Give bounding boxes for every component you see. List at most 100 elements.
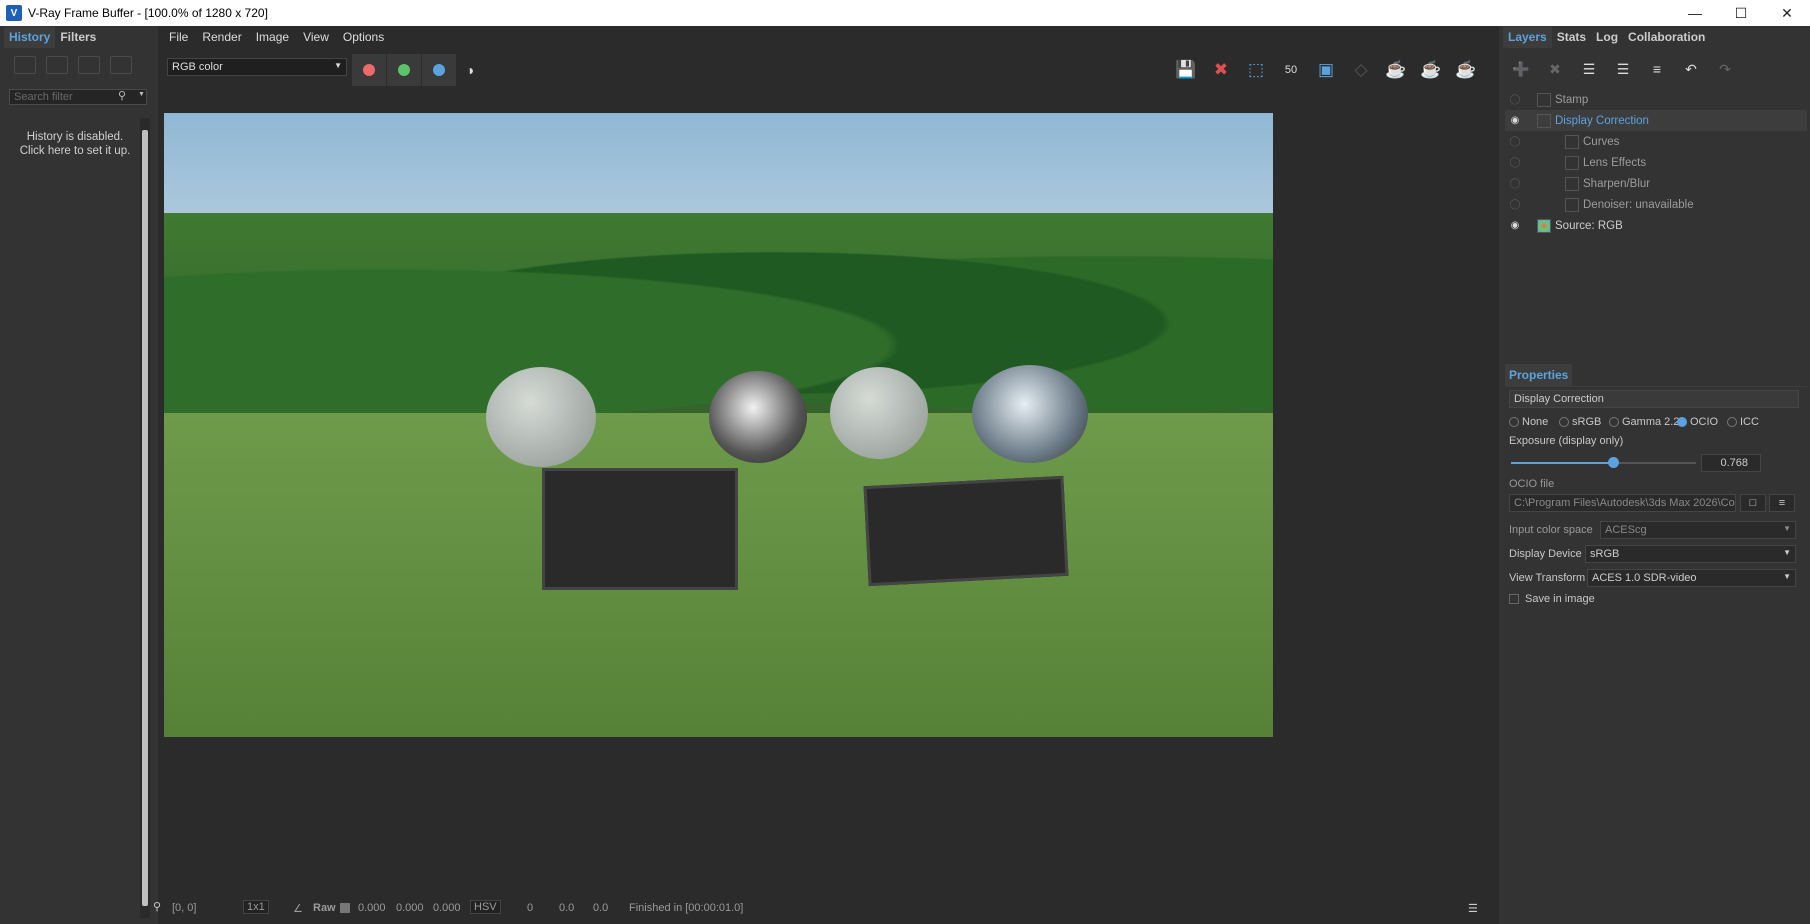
history-save-icon[interactable] (14, 56, 36, 74)
history-compare-icon[interactable] (46, 56, 68, 74)
chevron-down-icon: ▼ (1783, 548, 1791, 557)
radio-icon (1609, 417, 1619, 428)
tab-history[interactable]: History (4, 27, 56, 48)
load-layers-icon[interactable]: ☰ (1611, 58, 1635, 80)
render-icon[interactable]: ☕ (1453, 58, 1479, 82)
minimize-button[interactable]: — (1672, 0, 1718, 26)
layer-denoiser[interactable]: ◯ Denoiser: unavailable (1505, 194, 1807, 215)
save-layers-icon[interactable]: ☰ (1577, 58, 1601, 80)
history-panel: History Filters ⚲ ▼ History is disabled.… (0, 26, 158, 924)
layer-display-correction[interactable]: ◉ Display Correction (1505, 110, 1807, 131)
menu-file[interactable]: File (169, 30, 188, 48)
layer-stamp[interactable]: ◯ Stamp (1505, 89, 1807, 110)
save-in-image-checkbox[interactable]: Save in image (1509, 593, 1595, 605)
close-button[interactable]: ✕ (1764, 0, 1810, 26)
menu-render[interactable]: Render (202, 30, 241, 48)
undo-icon[interactable]: ↶ (1679, 58, 1703, 80)
channel-select[interactable]: RGB color ▼ (167, 58, 347, 76)
log-icon[interactable]: ☰ (1468, 902, 1478, 915)
layer-name-field[interactable]: Display Correction (1509, 390, 1799, 408)
history-scrollbar[interactable] (140, 118, 150, 918)
stop-render-icon[interactable]: ☕ (1418, 58, 1444, 82)
exposure-label: Exposure (display only) (1509, 435, 1624, 447)
v-value: 0.0 (593, 902, 609, 914)
sampling-select[interactable]: 1x1 (243, 900, 269, 914)
visibility-icon[interactable]: ◉ (1505, 115, 1525, 126)
track-mouse-icon[interactable]: 50 (1278, 58, 1304, 82)
correction-icon (1537, 113, 1551, 128)
layers-panel: Layers Stats Log Collaboration ➕ ✖ ☰ ☰ ≡… (1499, 26, 1810, 924)
color-swatch (340, 903, 350, 913)
layer-curves[interactable]: ◯ Curves (1505, 131, 1807, 152)
add-layer-icon[interactable]: ➕ (1509, 58, 1533, 80)
region-render-icon[interactable]: ⬚ (1243, 58, 1269, 82)
history-remove-icon[interactable] (110, 56, 132, 74)
maximize-button[interactable]: ☐ (1718, 0, 1764, 26)
menu-options[interactable]: Options (343, 30, 384, 48)
layer-source-rgb[interactable]: ◉ Source: RGB (1505, 215, 1807, 236)
list-icon[interactable]: ≡ (1769, 494, 1795, 512)
mono-mode-icon[interactable]: ◑ (457, 58, 483, 82)
checkbox-icon (1509, 594, 1519, 605)
chevron-down-icon: ▼ (1783, 524, 1791, 533)
mode-none[interactable]: None (1509, 416, 1548, 428)
tab-stats[interactable]: Stats (1552, 27, 1591, 48)
tab-log[interactable]: Log (1591, 27, 1623, 48)
display-device-select[interactable]: sRGB ▼ (1585, 545, 1796, 563)
layer-sharpen-blur[interactable]: ◯ Sharpen/Blur (1505, 173, 1807, 194)
mode-srgb[interactable]: sRGB (1559, 416, 1601, 428)
delete-layer-icon[interactable]: ✖ (1543, 58, 1567, 80)
radio-icon (1727, 417, 1737, 428)
search-input[interactable] (9, 89, 147, 105)
tab-properties[interactable]: Properties (1505, 364, 1573, 386)
mode-icc[interactable]: ICC (1727, 416, 1759, 428)
mode-gamma[interactable]: Gamma 2.2 (1609, 416, 1679, 428)
folder-icon[interactable]: □ (1740, 494, 1766, 512)
search-dropdown-icon[interactable]: ▼ (138, 91, 145, 98)
color-mode-select[interactable]: HSV (470, 900, 501, 914)
tab-layers[interactable]: Layers (1503, 27, 1552, 48)
layer-list-icon[interactable]: ≡ (1645, 58, 1669, 80)
visibility-icon[interactable]: ◯ (1505, 136, 1525, 147)
render-status: Finished in [00:00:01.0] (629, 902, 744, 914)
interactive-render-icon[interactable]: ☕ (1383, 58, 1409, 82)
visibility-icon[interactable]: ◯ (1505, 178, 1525, 189)
frame-buffer-area: File Render Image View Options RGB color… (163, 26, 1494, 924)
mode-ocio[interactable]: OCIO (1677, 416, 1718, 428)
blue-dot-icon (433, 64, 445, 76)
color-picker-icon[interactable]: ∠ (293, 902, 303, 915)
tab-collaboration[interactable]: Collaboration (1623, 27, 1710, 48)
green-channel-button[interactable] (387, 54, 421, 86)
save-image-icon[interactable]: 💾 (1173, 58, 1199, 82)
exposure-value-field[interactable]: 0.768 (1701, 454, 1761, 472)
denoiser-icon (1565, 197, 1579, 212)
ocio-file-label: OCIO file (1509, 478, 1555, 490)
visibility-icon[interactable]: ◯ (1505, 94, 1525, 105)
toolbar: RGB color ▼ ◑ 💾 ✖ ⬚ 50 ▣ ◇ ☕ ☕ ☕ (163, 54, 1494, 88)
tab-filters[interactable]: Filters (55, 27, 101, 48)
pin-icon[interactable]: ⚲ (153, 900, 161, 913)
input-color-space-select[interactable]: ACEScg ▼ (1600, 521, 1796, 539)
render-region-icon[interactable]: ▣ (1313, 58, 1339, 82)
blue-channel-button[interactable] (422, 54, 456, 86)
menu-view[interactable]: View (303, 30, 329, 48)
view-transform-select[interactable]: ACES 1.0 SDR-video ▼ (1587, 569, 1796, 587)
redo-icon[interactable]: ↷ (1713, 58, 1737, 80)
history-disabled-message[interactable]: History is disabled. Click here to set i… (8, 130, 142, 158)
exposure-slider-handle[interactable] (1607, 457, 1619, 468)
rgb-source-icon (1537, 218, 1551, 233)
visibility-icon[interactable]: ◯ (1505, 157, 1525, 168)
search-icon[interactable]: ⚲ (118, 89, 126, 102)
raw-b-value: 0.000 (433, 902, 461, 914)
link-icon[interactable]: ◇ (1348, 58, 1374, 82)
visibility-icon[interactable]: ◯ (1505, 199, 1525, 210)
clear-image-icon[interactable]: ✖ (1208, 58, 1234, 82)
menu-image[interactable]: Image (256, 30, 289, 48)
red-channel-button[interactable] (352, 54, 386, 86)
history-load-icon[interactable] (78, 56, 100, 74)
layer-lens-effects[interactable]: ◯ Lens Effects (1505, 152, 1807, 173)
exposure-slider[interactable] (1511, 457, 1696, 468)
visibility-icon[interactable]: ◉ (1505, 220, 1525, 231)
render-viewport[interactable] (164, 113, 1273, 737)
ocio-file-field[interactable]: C:\Program Files\Autodesk\3ds Max 2026\C… (1509, 494, 1736, 512)
